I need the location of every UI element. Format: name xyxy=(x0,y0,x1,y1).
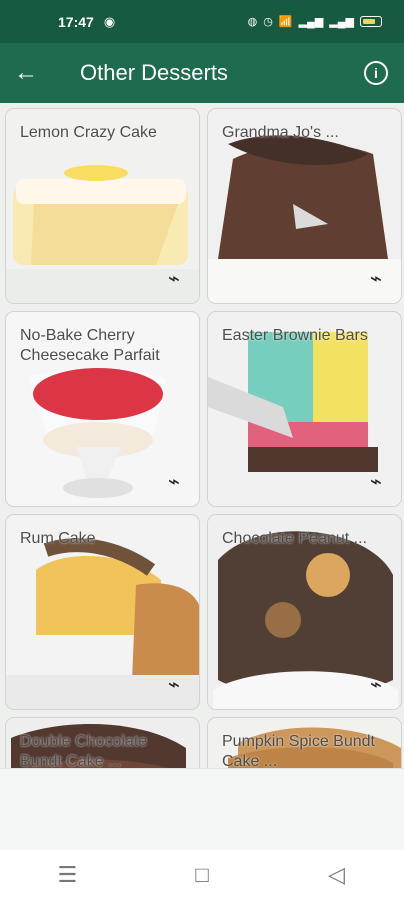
dessert-grid: Lemon Crazy Cake ⌁ Grandma Jo's ... ⌁ No… xyxy=(0,103,404,768)
alarm-icon: ◷ xyxy=(263,16,273,28)
share-icon[interactable]: ⌁ xyxy=(163,267,185,290)
home-icon[interactable]: □ xyxy=(162,855,242,895)
empty-bottom-panel xyxy=(0,768,404,850)
dessert-card[interactable]: Double Chocolate Bundt Cake ... ⌁ xyxy=(6,718,199,768)
card-title: Chocolate Peanut ... xyxy=(222,530,367,547)
share-icon[interactable]: ⌁ xyxy=(163,673,185,696)
share-icon[interactable]: ⌁ xyxy=(365,673,387,696)
dessert-card[interactable]: Easter Brownie Bars ⌁ xyxy=(208,312,401,506)
recent-apps-icon[interactable]: ☰ xyxy=(27,855,107,895)
dessert-card[interactable]: Pumpkin Spice Bundt Cake ... ⌁ xyxy=(208,718,401,768)
dessert-card[interactable]: Rum Cake ⌁ xyxy=(6,515,199,709)
card-title: Rum Cake xyxy=(20,530,96,547)
app-icon: ◍ xyxy=(247,16,258,28)
status-icons: ◍ ◷ 📶 ▂▄▆ ▂▄▆ xyxy=(248,15,382,28)
share-icon[interactable]: ⌁ xyxy=(163,470,185,493)
dessert-card[interactable]: Lemon Crazy Cake ⌁ xyxy=(6,109,199,303)
sync-icon: ◉ xyxy=(103,13,116,29)
app-bar: ← Other Desserts i xyxy=(0,43,404,103)
wifi-icon: 📶 xyxy=(278,16,293,28)
dessert-card[interactable]: Chocolate Peanut ... ⌁ xyxy=(208,515,401,709)
back-arrow-icon[interactable]: ← xyxy=(0,43,52,103)
battery-icon xyxy=(360,16,382,27)
share-icon[interactable]: ⌁ xyxy=(365,470,387,493)
status-bar: 17:47 ◉ ◍ ◷ 📶 ▂▄▆ ▂▄▆ xyxy=(0,0,404,43)
card-title: Grandma Jo's ... xyxy=(222,124,339,141)
signal-icon: ▂▄▆ xyxy=(298,16,324,28)
signal-icon: ▂▄▆ xyxy=(329,16,354,28)
dessert-card[interactable]: No-Bake Cherry Cheesecake Parfait ⌁ xyxy=(6,312,199,506)
card-title: Easter Brownie Bars xyxy=(222,327,368,344)
page-title: Other Desserts xyxy=(80,60,228,85)
card-title: Double Chocolate Bundt Cake ... xyxy=(20,733,148,768)
status-time: 17:47 xyxy=(58,13,94,30)
info-icon[interactable]: i xyxy=(364,61,388,85)
system-navigation-bar: ☰ □ ◁ xyxy=(0,850,404,900)
back-icon[interactable]: ◁ xyxy=(297,855,377,895)
card-title: No-Bake Cherry Cheesecake Parfait xyxy=(20,327,160,364)
card-title: Pumpkin Spice Bundt Cake ... xyxy=(222,733,375,768)
dessert-grid-container[interactable]: Lemon Crazy Cake ⌁ Grandma Jo's ... ⌁ No… xyxy=(0,103,404,768)
share-icon[interactable]: ⌁ xyxy=(365,267,387,290)
dessert-card[interactable]: Grandma Jo's ... ⌁ xyxy=(208,109,401,303)
card-title: Lemon Crazy Cake xyxy=(20,124,157,141)
